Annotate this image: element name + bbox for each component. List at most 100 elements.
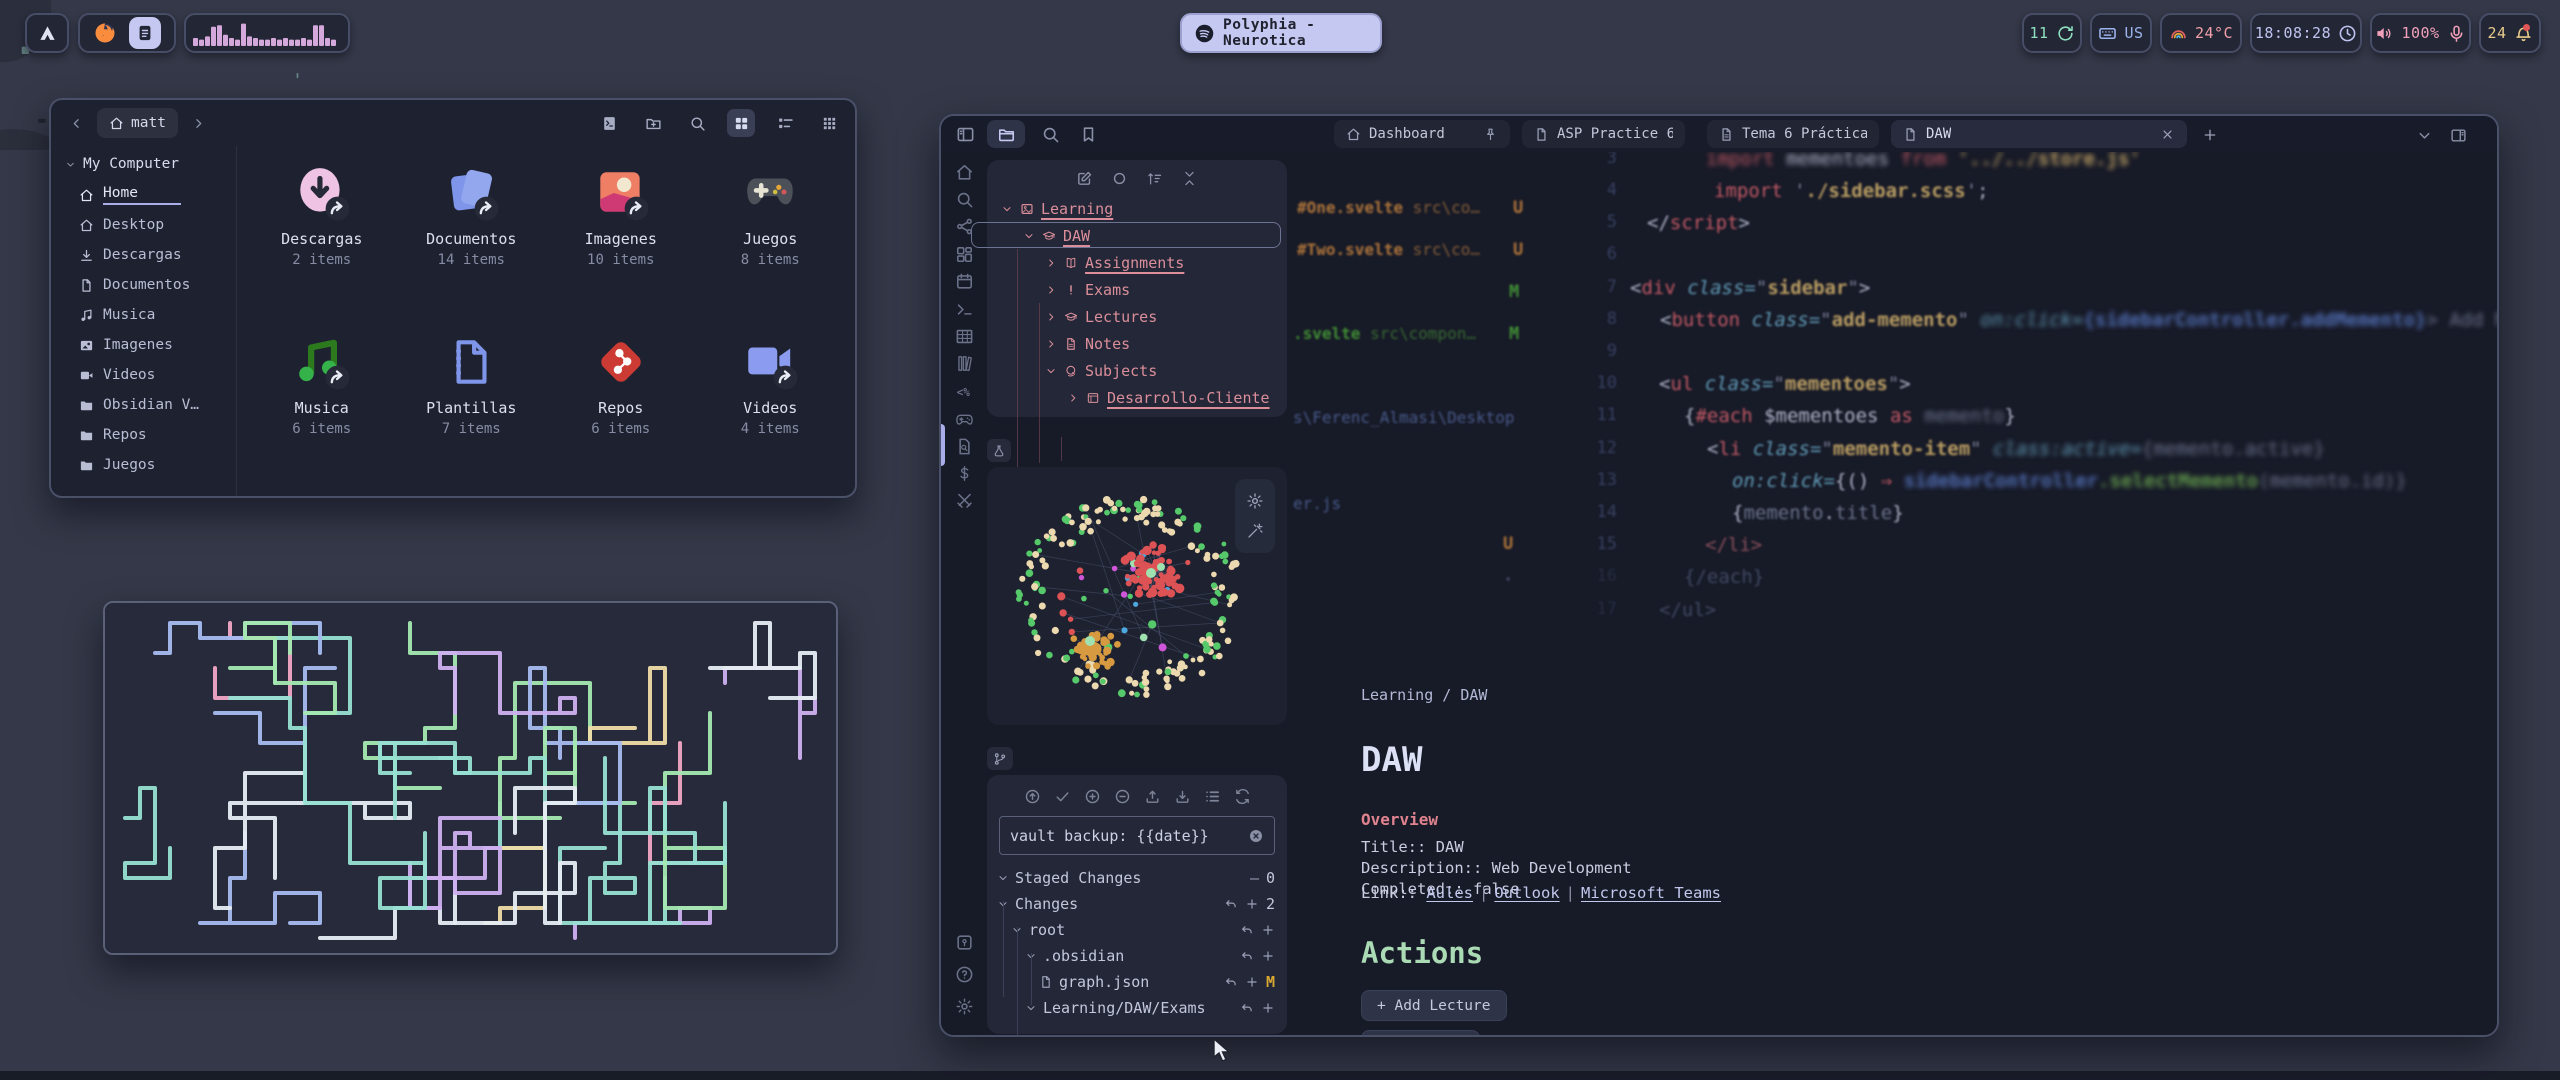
ribbon-file-search-icon[interactable] (941, 434, 987, 458)
ribbon-gamepad-icon[interactable] (941, 407, 987, 431)
folder-plantillas[interactable]: Plantillas7 items (397, 323, 547, 490)
tree-item-learning[interactable]: Learning (987, 195, 1287, 222)
commit-message-input[interactable]: vault backup: {{date}} (999, 816, 1275, 855)
folder-documentos[interactable]: Documentos14 items (397, 154, 547, 321)
collapsed-panel-flask-button[interactable] (987, 439, 1011, 462)
tab-daw[interactable]: DAW (1891, 120, 2187, 148)
toggle-left-sidebar-icon[interactable] (951, 125, 979, 144)
files-app-button[interactable] (129, 17, 161, 49)
tab-dashboard[interactable]: Dashboard (1334, 120, 1510, 148)
tree-item-exams[interactable]: Exams (987, 276, 1287, 303)
undo-icon[interactable] (1224, 897, 1238, 911)
git-download-tray-icon[interactable] (1174, 788, 1191, 805)
graph-settings-gear-icon[interactable] (1246, 492, 1264, 510)
ribbon-table-icon[interactable] (941, 324, 987, 348)
volume-pill[interactable]: 100% (2370, 13, 2471, 53)
tab-tema-6-pr-cticas-[interactable]: Tema 6 Prácticas -… (1707, 120, 1879, 148)
list-view-button[interactable] (771, 109, 799, 137)
stage-plus-icon[interactable] (1261, 949, 1275, 963)
bookmarks-view-button[interactable] (1073, 125, 1103, 144)
ribbon-terminal-icon[interactable] (941, 297, 987, 321)
stage-plus-icon[interactable] (1261, 923, 1275, 937)
git-plus-circle-icon[interactable] (1084, 788, 1101, 805)
note-link-microsoft-teams[interactable]: Microsoft Teams (1581, 884, 1721, 902)
git-row-learning-daw-exams[interactable]: Learning/DAW/Exams (987, 995, 1287, 1021)
undo-icon[interactable] (1224, 975, 1238, 989)
git-row-staged-changes[interactable]: Staged Changes—0 (987, 865, 1287, 891)
button--add-note[interactable]: + Add Note (1361, 1030, 1480, 1037)
close-tab-icon[interactable] (2160, 127, 2175, 142)
app-launcher-button[interactable] (25, 13, 69, 53)
sidebar-item-desktop[interactable]: Desktop (65, 210, 236, 240)
sidebar-item-repos[interactable]: Repos (65, 420, 236, 450)
toggle-right-sidebar-icon[interactable] (2447, 124, 2469, 146)
ribbon-search-icon[interactable] (941, 187, 987, 211)
breadcrumb[interactable]: matt (97, 108, 178, 138)
new-folder-icon[interactable] (1111, 170, 1128, 187)
folder-videos[interactable]: Videos4 items (696, 323, 846, 490)
tab-list-chevron-icon[interactable] (2413, 124, 2435, 146)
git-row-root[interactable]: root (987, 917, 1287, 943)
tab-asp-practice-6[interactable]: ASP Practice 6 (1522, 120, 1685, 148)
git-minus-circle-icon[interactable] (1114, 788, 1131, 805)
undo-icon[interactable] (1240, 923, 1254, 937)
ribbon-calendar-icon[interactable] (941, 270, 987, 294)
folder-musica[interactable]: Musica6 items (247, 323, 397, 490)
terminal-card-button[interactable] (595, 109, 623, 137)
forward-button[interactable] (186, 110, 212, 136)
ribbon-swords-icon[interactable] (941, 489, 987, 513)
graph-filter-wand-icon[interactable] (1246, 522, 1264, 540)
sidebar-item-videos[interactable]: Videos (65, 360, 236, 390)
back-button[interactable] (63, 110, 89, 136)
sidebar-item-descargas[interactable]: Descargas (65, 240, 236, 270)
sidebar-item-documentos[interactable]: Documentos (65, 270, 236, 300)
sidebar-item-imagenes[interactable]: Imagenes (65, 330, 236, 360)
note-breadcrumb[interactable]: Learning / DAW (1361, 686, 1487, 704)
note-link-aules[interactable]: Aules (1426, 884, 1473, 902)
folder-descargas[interactable]: Descargas2 items (247, 154, 397, 321)
updates-pill[interactable]: 11 (2022, 13, 2082, 53)
folder-juegos[interactable]: Juegos8 items (696, 154, 846, 321)
note-link-outlook[interactable]: Outlook (1494, 884, 1559, 902)
notifications-pill[interactable]: 24 (2479, 13, 2541, 53)
search-view-button[interactable] (1035, 125, 1065, 144)
ribbon-help-icon[interactable] (941, 962, 987, 986)
tree-item-assignments[interactable]: Assignments (987, 249, 1287, 276)
tree-item-desarrollo-cliente[interactable]: Desarrollo-Cliente (987, 384, 1287, 411)
ribbon-vault-icon[interactable] (941, 930, 987, 954)
undo-icon[interactable] (1240, 949, 1254, 963)
stage-plus-icon[interactable] (1245, 975, 1259, 989)
clock-pill[interactable]: 18:08:28 (2250, 13, 2362, 53)
folder-plus-button[interactable] (639, 109, 667, 137)
grid-small-button[interactable] (815, 109, 843, 137)
stage-plus-icon[interactable] (1261, 1001, 1275, 1015)
folder-repos[interactable]: Repos6 items (546, 323, 696, 490)
sidebar-item-musica[interactable]: Musica (65, 300, 236, 330)
tree-item-notes[interactable]: Notes (987, 330, 1287, 357)
sort-asc-icon[interactable] (1146, 170, 1163, 187)
taskbar-apps[interactable] (78, 13, 176, 53)
weather-pill[interactable]: 24°C (2160, 13, 2242, 53)
new-tab-button[interactable] (2199, 124, 2221, 146)
ribbon-home-icon[interactable] (941, 160, 987, 184)
tree-item-lectures[interactable]: Lectures (987, 303, 1287, 330)
git-row-graph-json[interactable]: graph.jsonM (987, 969, 1287, 995)
git-arrow-up-circle-icon[interactable] (1024, 788, 1041, 805)
git-row-changes[interactable]: Changes2 (987, 891, 1287, 917)
git-upload-tray-icon[interactable] (1144, 788, 1161, 805)
ribbon-code-pct-icon[interactable]: <% (941, 379, 987, 403)
tree-item-daw[interactable]: DAW (987, 222, 1287, 249)
git-check-icon[interactable] (1054, 788, 1071, 805)
keyboard-layout-pill[interactable]: US (2090, 13, 2152, 53)
now-playing-pill[interactable]: Polyphia - Neurotica (1180, 13, 1382, 53)
sidebar-item-obsidianv[interactable]: Obsidian V… (65, 390, 236, 420)
git-refresh-cw-icon[interactable] (1234, 788, 1251, 805)
sidebar-item-home[interactable]: Home (65, 180, 236, 210)
button--add-lecture[interactable]: + Add Lecture (1361, 990, 1507, 1021)
folder-imagenes[interactable]: Imagenes10 items (546, 154, 696, 321)
search-button[interactable] (683, 109, 711, 137)
ribbon-gear-icon[interactable] (941, 994, 987, 1018)
sidebar-section-my-computer[interactable]: My Computer (65, 156, 236, 172)
tree-item-subjects[interactable]: Subjects (987, 357, 1287, 384)
git-list-ul-icon[interactable] (1204, 788, 1221, 805)
